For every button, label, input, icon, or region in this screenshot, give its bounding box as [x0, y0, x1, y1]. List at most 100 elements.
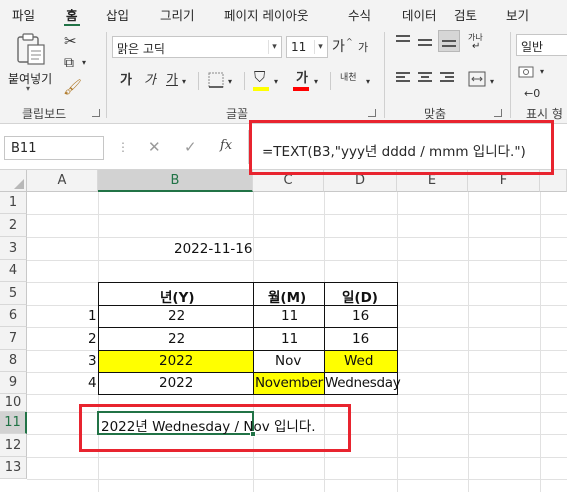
align-right-button[interactable] — [440, 70, 456, 86]
cell-d6[interactable]: 16 — [352, 308, 369, 324]
fill-color-icon[interactable]: ⛉ — [254, 70, 265, 85]
align-line — [418, 80, 432, 82]
chevron-down-icon[interactable]: ▾ — [82, 59, 86, 67]
name-box[interactable]: B11 — [4, 136, 104, 160]
align-line — [396, 80, 410, 82]
column-header-a[interactable]: A — [27, 170, 98, 192]
alignment-launcher-icon[interactable] — [494, 109, 502, 117]
cell-b6[interactable]: 22 — [168, 308, 185, 324]
row-header-13[interactable]: 13 — [0, 457, 27, 479]
cell-b5[interactable]: 년(Y) — [160, 286, 195, 306]
row-header-1[interactable]: 1 — [0, 192, 27, 214]
align-line — [440, 72, 454, 74]
cell-a6[interactable]: 1 — [88, 308, 97, 324]
bold-button[interactable]: 가 — [120, 74, 132, 87]
tab-file[interactable]: 파일 — [12, 5, 35, 24]
shrink-font-icon[interactable]: 가 — [358, 42, 368, 53]
borders-icon[interactable] — [208, 72, 224, 88]
tab-insert[interactable]: 삽입 — [106, 5, 129, 24]
row-header-2[interactable]: 2 — [0, 214, 27, 237]
cell-a9[interactable]: 4 — [88, 375, 97, 391]
font-launcher-icon[interactable] — [368, 109, 376, 117]
enter-check-icon[interactable]: ✓ — [184, 138, 197, 156]
insert-function-button[interactable]: fx — [220, 138, 232, 153]
increase-decimal-icon[interactable]: ←0 — [524, 88, 540, 99]
cell-c8[interactable]: Nov — [275, 353, 301, 369]
row-header-12[interactable]: 12 — [0, 434, 27, 457]
fill-color-swatch — [253, 87, 269, 91]
cell-b8[interactable]: 2022 — [159, 353, 193, 369]
cut-icon[interactable]: ✂ — [64, 34, 77, 49]
row-header-4[interactable]: 4 — [0, 260, 27, 282]
row-header-5[interactable]: 5 — [0, 282, 27, 305]
tab-draw[interactable]: 그리기 — [160, 5, 195, 24]
tab-data[interactable]: 데이터 — [402, 5, 437, 24]
cell-c7[interactable]: 11 — [281, 331, 298, 347]
chevron-down-icon[interactable]: ▾ — [366, 78, 370, 86]
clipboard-icon — [17, 33, 45, 65]
align-top-button[interactable] — [396, 34, 412, 50]
column-header-b[interactable]: B — [98, 170, 253, 192]
format-painter-icon[interactable]: 🖌 — [63, 80, 82, 95]
align-center-button[interactable] — [418, 70, 434, 86]
chevron-down-icon[interactable]: ▾ — [540, 68, 544, 76]
paste-label: 붙여넣기 — [8, 72, 53, 86]
cell-b3[interactable]: 2022-11-16 — [174, 241, 252, 257]
align-line — [418, 39, 432, 41]
row-header-11[interactable]: 11 — [0, 412, 27, 434]
cell-c6[interactable]: 11 — [281, 308, 298, 324]
tab-formulas[interactable]: 수식 — [348, 5, 371, 24]
align-line — [418, 44, 432, 46]
chevron-down-icon[interactable]: ▾ — [182, 78, 186, 86]
row-header-3[interactable]: 3 — [0, 237, 27, 260]
phonetic-guide-button[interactable]: 내천 — [340, 74, 357, 83]
tab-home[interactable]: 홈 — [64, 5, 79, 26]
row-header-7[interactable]: 7 — [0, 327, 27, 350]
cell-b7[interactable]: 22 — [168, 331, 185, 347]
align-middle-button[interactable] — [418, 34, 434, 50]
cell-d5[interactable]: 일(D) — [342, 286, 378, 306]
align-line — [396, 35, 410, 37]
paste-button[interactable]: 붙여넣기 ▾ — [8, 30, 54, 93]
cell-d7[interactable]: 16 — [352, 331, 369, 347]
tab-review[interactable]: 검토 — [454, 5, 477, 24]
italic-button[interactable]: 가 — [144, 74, 156, 87]
font-size-select[interactable]: 11 ▾ — [286, 36, 328, 58]
currency-icon[interactable] — [518, 64, 536, 80]
copy-icon[interactable]: ⧉ — [64, 56, 74, 70]
align-bottom-button[interactable] — [438, 30, 460, 52]
select-all-corner[interactable] — [0, 170, 27, 192]
row-header-8[interactable]: 8 — [0, 350, 27, 372]
cell-a8[interactable]: 3 — [88, 353, 97, 369]
font-color-button[interactable]: 가 — [296, 72, 308, 85]
row-header-9[interactable]: 9 — [0, 372, 27, 394]
cell-b9[interactable]: 2022 — [159, 375, 193, 391]
clipboard-launcher-icon[interactable] — [92, 109, 100, 117]
cell-d8[interactable]: Wed — [344, 353, 373, 369]
row-header-6[interactable]: 6 — [0, 305, 27, 327]
wrap-text-button[interactable]: 가나 ↵ — [468, 32, 488, 52]
font-group-label: 글꼴 — [226, 107, 249, 121]
table-border — [98, 372, 397, 373]
ribbon: 붙여넣기 ▾ ✂ ⧉ ▾ 🖌 클립보드 맑은 고딕 ▾ 11 ▾ 가 ^ 가 가… — [0, 26, 567, 124]
cell-c5[interactable]: 월(M) — [268, 286, 306, 306]
align-left-button[interactable] — [396, 70, 412, 86]
row-header-10[interactable]: 10 — [0, 394, 27, 412]
chevron-down-icon[interactable]: ▾ — [314, 78, 318, 86]
font-name-select[interactable]: 맑은 고딕 ▾ — [112, 36, 282, 58]
tab-view[interactable]: 보기 — [506, 5, 529, 24]
tab-page-layout[interactable]: 페이지 레이아웃 — [224, 5, 308, 24]
wrap-arrow-icon: ↵ — [472, 41, 481, 52]
cell-a7[interactable]: 2 — [88, 331, 97, 347]
number-format-select[interactable]: 일반 — [516, 34, 567, 56]
menu-bar: 파일 홈 삽입 그리기 페이지 레이아웃 수식 데이터 검토 보기 — [0, 0, 567, 26]
chevron-down-icon[interactable]: ▾ — [490, 78, 494, 86]
chevron-down-icon[interactable]: ▾ — [228, 78, 232, 86]
cell-c9[interactable]: November — [255, 375, 323, 391]
cell-d9[interactable]: Wednesday — [325, 375, 401, 391]
merge-center-icon[interactable] — [468, 71, 486, 87]
grow-font-icon[interactable]: 가 — [332, 40, 345, 54]
chevron-down-icon[interactable]: ▾ — [274, 78, 278, 86]
cancel-icon[interactable]: ✕ — [148, 138, 161, 156]
underline-button[interactable]: 가 — [166, 74, 178, 87]
